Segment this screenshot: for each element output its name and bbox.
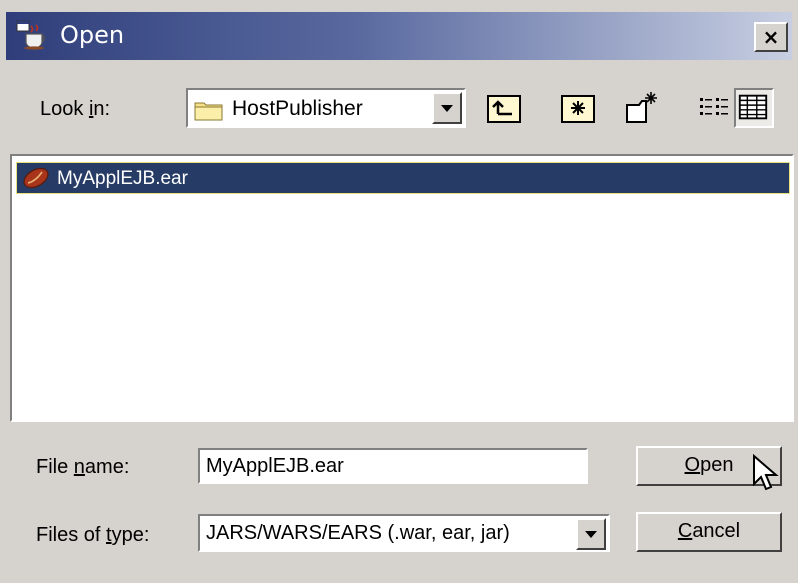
new-folder-button[interactable] [622, 88, 662, 128]
list-view-button[interactable] [694, 88, 734, 128]
home-icon [561, 95, 595, 123]
file-type-label: Files of type: [36, 524, 150, 546]
home-button[interactable] [558, 88, 598, 128]
chevron-down-icon[interactable] [432, 92, 462, 124]
list-view-icon [700, 98, 728, 115]
window-title: Open [60, 21, 125, 49]
new-folder-icon [626, 92, 657, 123]
up-one-level-button[interactable] [484, 88, 524, 128]
file-name-label: File name: [36, 456, 130, 478]
details-view-icon [738, 94, 768, 120]
chevron-down-icon[interactable] [576, 518, 606, 550]
file-name: MyApplEJB.ear [57, 168, 188, 189]
details-view-button[interactable] [734, 88, 774, 128]
file-name-input[interactable]: MyApplEJB.ear [198, 448, 588, 484]
file-list[interactable]: MyApplEJB.ear [10, 154, 794, 422]
look-in-value: HostPublisher [232, 97, 363, 120]
java-cup-icon [16, 20, 45, 50]
up-one-level-icon [487, 95, 521, 123]
file-type-combo[interactable]: JARS/WARS/EARS (.war, ear, jar) [198, 514, 610, 552]
list-item[interactable]: MyApplEJB.ear [16, 162, 790, 194]
folder-icon [194, 102, 223, 121]
open-dialog: Open × Look in: HostPublisher MyApplEJB.… [0, 0, 798, 583]
file-type-value: JARS/WARS/EARS (.war, ear, jar) [206, 522, 510, 544]
look-in-label: Look in: [40, 98, 111, 120]
close-button[interactable]: × [754, 22, 788, 52]
bean-icon [23, 167, 49, 189]
mouse-cursor-icon [753, 454, 779, 491]
cancel-button[interactable]: Cancel [636, 512, 782, 552]
title-bar[interactable]: Open × [6, 12, 792, 60]
look-in-combo[interactable]: HostPublisher [186, 88, 466, 128]
